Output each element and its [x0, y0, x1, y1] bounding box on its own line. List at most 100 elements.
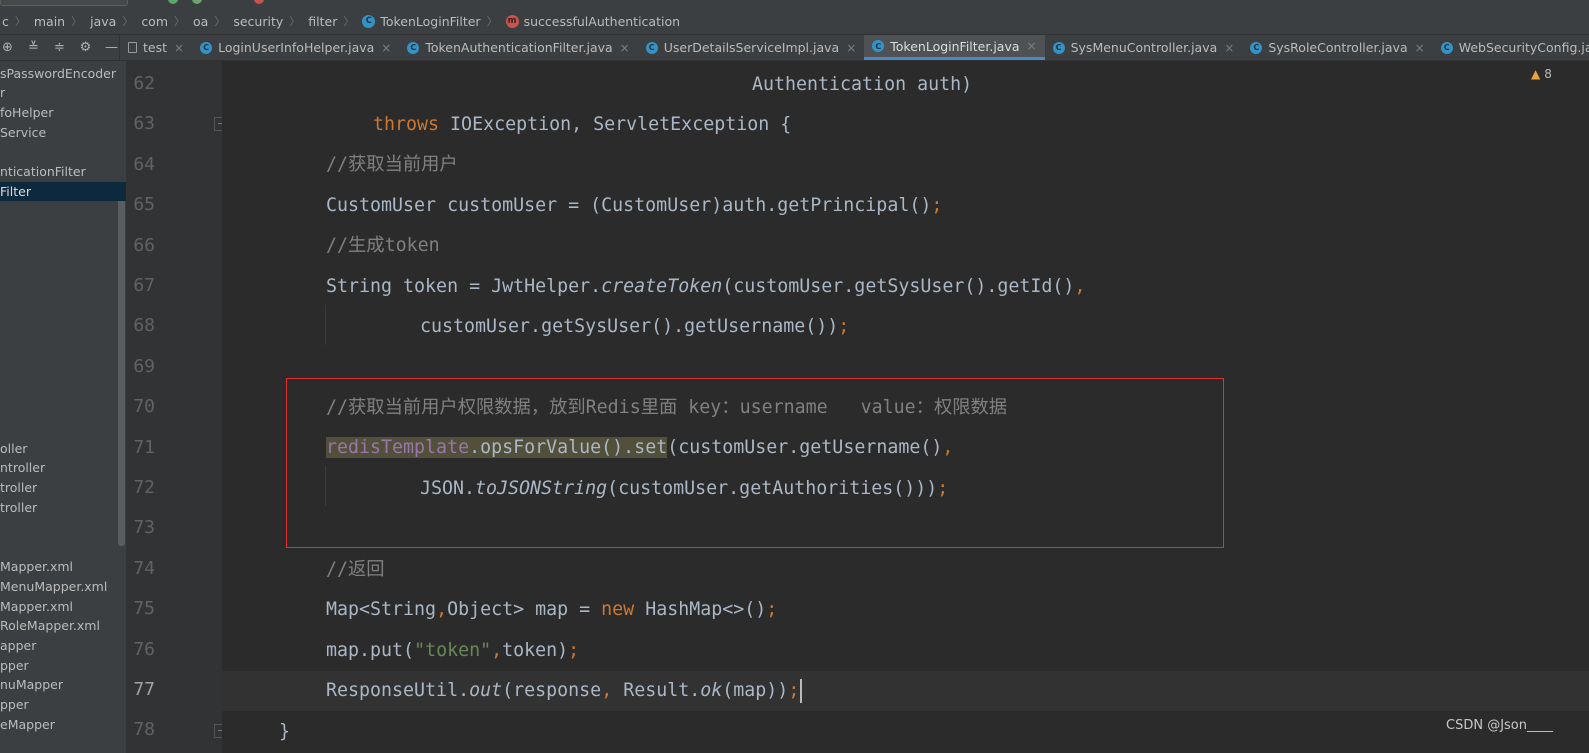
tree-item[interactable]: Mapper.xml — [0, 597, 73, 616]
line-number: 72 — [133, 477, 155, 498]
editor-tab-label: TokenAuthenticationFilter.java — [425, 40, 613, 55]
expand-all-icon[interactable]: ≚ — [26, 40, 41, 55]
breadcrumb-item[interactable]: main — [32, 14, 67, 29]
tree-item[interactable]: MenuMapper.xml — [0, 577, 107, 596]
class-icon: C — [645, 41, 658, 54]
breadcrumb-label: filter — [308, 13, 338, 29]
code-line-78: } — [279, 721, 291, 742]
class-icon: C — [872, 40, 885, 52]
tree-item[interactable]: foHelper — [0, 103, 53, 122]
editor-tab[interactable]: C TokenLoginFilter.java × — [864, 35, 1045, 60]
editor-tab-label: TokenLoginFilter.java — [890, 38, 1020, 54]
editor-tab[interactable]: CWebSecurityConfig.java× — [1433, 35, 1589, 60]
tree-item[interactable]: oller — [0, 439, 27, 458]
hide-icon[interactable]: — — [104, 40, 119, 55]
gear-icon[interactable]: ⚙ — [78, 40, 93, 55]
close-icon[interactable]: × — [174, 41, 184, 55]
breadcrumb-label: java — [90, 13, 117, 29]
tree-item[interactable]: eMapper — [0, 715, 55, 734]
main-toolbar — [0, 0, 1589, 8]
line-number: 64 — [133, 153, 155, 175]
line-number: 78 — [133, 719, 155, 741]
tree-item[interactable]: apper — [0, 636, 36, 655]
tree-item[interactable]: r — [0, 83, 5, 102]
breadcrumb-separator: 〉 — [122, 15, 134, 28]
breadcrumb-item[interactable]: filter — [306, 14, 339, 29]
breadcrumb-item[interactable]: java — [88, 14, 118, 29]
code-line-65: CustomUser customUser = (CustomUser)auth… — [326, 195, 943, 216]
indent-guide — [325, 466, 326, 506]
line-number: 66 — [133, 234, 155, 256]
tree-item[interactable]: nticationFilter — [0, 162, 86, 181]
line-number: 71 — [133, 436, 155, 458]
breadcrumb-separator: 〉 — [214, 15, 226, 28]
breadcrumb: c 〉 main 〉 java 〉 com 〉 oa 〉 security 〉 filter 〉 C Toke… — [0, 8, 1589, 35]
run-icon[interactable] — [168, 0, 178, 4]
file-icon — [128, 42, 137, 53]
tree-item[interactable]: Service — [0, 123, 46, 142]
close-icon[interactable]: × — [381, 41, 391, 55]
tree-item[interactable]: pper — [0, 695, 29, 714]
breadcrumb-item[interactable]: c — [0, 14, 11, 29]
tree-item[interactable]: ntroller — [0, 458, 45, 477]
collapse-all-icon[interactable]: ≑ — [52, 40, 67, 55]
close-icon[interactable]: × — [1027, 39, 1037, 53]
breadcrumb-label: c — [2, 13, 9, 29]
breadcrumb-item[interactable]: C TokenLoginFilter — [360, 14, 482, 29]
tree-item[interactable]: troller — [0, 478, 37, 497]
editor-tab[interactable]: test × — [120, 35, 192, 60]
debug-icon[interactable] — [192, 0, 202, 4]
locate-icon[interactable]: ⊕ — [0, 40, 15, 55]
close-icon[interactable]: × — [846, 41, 856, 55]
run-configuration-selector[interactable] — [0, 0, 128, 6]
editor-tab-label: SysMenuController.java — [1070, 40, 1218, 55]
stop-icon[interactable] — [254, 0, 264, 4]
editor-tab[interactable]: C UserDetailsServiceImpl.java × — [638, 35, 865, 60]
breadcrumb-item[interactable]: com — [139, 14, 170, 29]
code-editor[interactable]: Authentication auth) throws IOException,… — [222, 61, 1589, 753]
breadcrumb-separator: 〉 — [343, 15, 355, 28]
editor-tabs: test × C LoginUserInfoHelper.java × C TokenAut… — [120, 35, 1589, 60]
line-number: 65 — [133, 194, 155, 216]
breadcrumb-label: com — [141, 13, 169, 29]
line-number: 77 — [133, 679, 155, 700]
indent-guide — [325, 305, 326, 345]
class-icon: C — [1440, 41, 1453, 54]
editor-tab[interactable]: C LoginUserInfoHelper.java × — [192, 35, 399, 60]
code-line-75: Map<String,Object> map = new HashMap<>()… — [326, 599, 778, 620]
method-icon: m — [505, 14, 519, 28]
breadcrumb-item[interactable]: security — [231, 14, 285, 29]
editor-tab[interactable]: C SysMenuController.java × — [1045, 35, 1243, 60]
close-icon[interactable]: × — [1415, 41, 1425, 55]
tree-item[interactable]: troller — [0, 498, 37, 517]
breadcrumb-separator: 〉 — [289, 15, 301, 28]
breadcrumb-separator: 〉 — [486, 15, 498, 28]
breadcrumb-label: security — [233, 13, 284, 29]
breadcrumb-item[interactable]: oa — [191, 14, 210, 29]
code-line-71: redisTemplate.opsForValue().set(customUs… — [326, 437, 954, 458]
editor-tab-label: UserDetailsServiceImpl.java — [663, 40, 840, 55]
line-number-gutter: 62 63 64 65 66 67 68 69 70 71 72 73 74 75 76 77 78 — [127, 61, 228, 753]
class-icon: C — [1250, 41, 1263, 54]
breadcrumb-item[interactable]: m successfulAuthentication — [504, 14, 682, 29]
text-caret — [800, 679, 803, 703]
tree-item[interactable]: Filter — [0, 182, 127, 201]
tree-item[interactable]: Mapper.xml — [0, 557, 73, 576]
project-tree-scrollbar[interactable] — [118, 184, 125, 546]
close-icon[interactable]: × — [620, 41, 630, 55]
breadcrumb-label: successfulAuthentication — [523, 13, 681, 29]
tree-item[interactable]: pper — [0, 656, 29, 675]
editor-tab[interactable]: C SysRoleController.java × — [1242, 35, 1432, 60]
warning-count: 8 — [1544, 67, 1552, 81]
code-line-72: JSON.toJSONString(customUser.getAuthorit… — [420, 478, 949, 499]
tree-item[interactable]: RoleMapper.xml — [0, 616, 100, 635]
tree-item[interactable]: nuMapper — [0, 675, 63, 694]
close-icon[interactable]: × — [1224, 41, 1234, 55]
inspection-widget[interactable]: ▲ 8 — [1531, 67, 1552, 81]
class-icon: C — [1052, 41, 1065, 54]
code-line-77: ResponseUtil.out(response, Result.ok(map… — [326, 671, 803, 711]
tree-item[interactable]: sPasswordEncoder — [0, 64, 116, 83]
line-number: 70 — [133, 396, 155, 418]
breadcrumb-label: main — [33, 13, 66, 29]
editor-tab[interactable]: C TokenAuthenticationFilter.java × — [399, 35, 637, 60]
